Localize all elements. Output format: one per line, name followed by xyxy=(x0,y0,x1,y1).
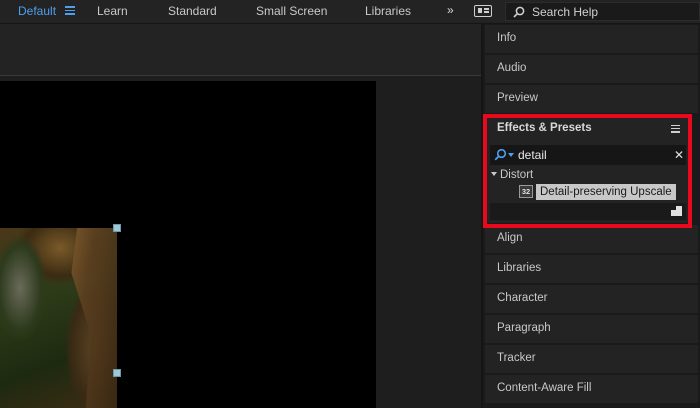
workspace-tab-default[interactable]: Default xyxy=(18,4,56,18)
effects-panel-footer xyxy=(490,203,686,220)
effect-category-label: Distort xyxy=(500,169,534,181)
help-search-input[interactable] xyxy=(532,3,692,20)
workspace-bar: Default Learn Standard Small Screen Libr… xyxy=(0,0,700,24)
panel-tab-tracker[interactable]: Tracker xyxy=(485,345,698,373)
workspace-layout-icon[interactable] xyxy=(474,5,492,17)
new-bin-icon[interactable] xyxy=(671,206,682,216)
panel-tab-preview[interactable]: Preview xyxy=(485,85,698,113)
workspace-tab-small-screen[interactable]: Small Screen xyxy=(256,4,327,18)
effects-search-box[interactable]: ✕ xyxy=(490,145,686,165)
effects-presets-panel: Effects & Presets ✕ Distort 32 Detail-pr… xyxy=(485,116,691,223)
composition-panel-header xyxy=(0,24,481,76)
panel-tab-libraries[interactable]: Libraries xyxy=(485,255,698,283)
panel-tab-info[interactable]: Info xyxy=(485,25,698,53)
panel-tab-character[interactable]: Character xyxy=(485,285,698,313)
panel-tab-audio[interactable]: Audio xyxy=(485,55,698,83)
layer-transform-handle-middle[interactable] xyxy=(113,369,121,377)
effect-32bit-icon: 32 xyxy=(519,185,533,198)
effect-item-label: Detail-preserving Upscale xyxy=(536,184,676,200)
search-icon xyxy=(513,6,525,18)
effect-category-distort[interactable]: Distort xyxy=(491,169,533,181)
chevron-down-icon[interactable] xyxy=(491,172,497,176)
clear-search-icon[interactable]: ✕ xyxy=(674,148,684,162)
search-options-caret-icon[interactable] xyxy=(508,153,514,157)
search-icon xyxy=(494,148,507,161)
panel-tab-content-aware-fill[interactable]: Content-Aware Fill xyxy=(485,375,698,403)
layer-transform-handle-top[interactable] xyxy=(113,224,121,232)
workspace-tab-standard[interactable]: Standard xyxy=(168,4,217,18)
hamburger-menu-icon[interactable] xyxy=(65,6,75,15)
workspace-tab-libraries[interactable]: Libraries xyxy=(365,4,411,18)
workspace-overflow-chevron-icon[interactable]: » xyxy=(447,3,454,17)
panel-tab-align[interactable]: Align xyxy=(485,225,698,253)
workspace-tab-learn[interactable]: Learn xyxy=(97,4,128,18)
help-search-box[interactable] xyxy=(505,2,700,21)
panel-menu-icon[interactable] xyxy=(671,125,680,135)
effects-presets-title[interactable]: Effects & Presets xyxy=(497,122,592,134)
panel-tab-paragraph[interactable]: Paragraph xyxy=(485,315,698,343)
effects-search-input[interactable] xyxy=(518,146,658,163)
